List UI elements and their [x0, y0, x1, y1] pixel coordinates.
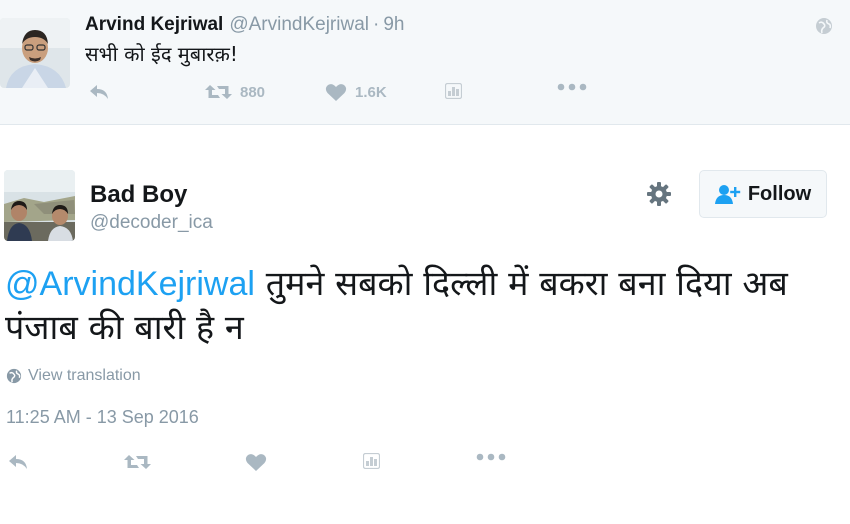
- tweet-header: Arvind Kejriwal @ArvindKejriwal · 9h: [85, 14, 404, 36]
- tweet-text: @ArvindKejriwal तुमने सबको दिल्ली में बक…: [5, 262, 835, 350]
- retweet-icon: [124, 455, 151, 469]
- author-handle[interactable]: @decoder_ica: [90, 212, 213, 234]
- tweet-actions: 880 1.6K: [0, 83, 850, 107]
- more-icon: [557, 83, 587, 91]
- parent-tweet[interactable]: Arvind Kejriwal @ArvindKejriwal · 9h सभी को…: [0, 0, 850, 125]
- retweet-button[interactable]: [124, 453, 151, 471]
- reply-icon: [9, 455, 27, 469]
- tweet-timestamp[interactable]: 11:25 AM - 13 Sep 2016: [6, 407, 199, 428]
- follow-button[interactable]: Follow: [699, 170, 827, 218]
- mention-link[interactable]: @ArvindKejriwal: [5, 265, 255, 303]
- author-name[interactable]: Arvind Kejriwal: [85, 14, 223, 35]
- analytics-button[interactable]: [445, 83, 462, 99]
- author-name[interactable]: Bad Boy: [90, 181, 187, 209]
- retweet-count: 880: [240, 83, 266, 101]
- follow-label: Follow: [747, 182, 812, 205]
- tweet-time[interactable]: 9h: [383, 14, 404, 35]
- author-handle[interactable]: @ArvindKejriwal: [229, 14, 369, 35]
- more-button[interactable]: [557, 83, 587, 91]
- tweet-text: सभी को ईद मुबारक़!: [85, 42, 238, 66]
- reply-icon: [90, 85, 108, 99]
- like-count: 1.6K: [355, 84, 387, 101]
- analytics-icon: [445, 83, 462, 99]
- retweet-icon: [205, 85, 232, 99]
- more-button[interactable]: [476, 453, 506, 461]
- like-button[interactable]: 1.6K: [325, 83, 387, 102]
- view-translation-label: View translation: [28, 367, 141, 384]
- separator: ·: [373, 14, 380, 35]
- analytics-button[interactable]: [363, 453, 380, 469]
- analytics-icon: [363, 453, 380, 469]
- heart-icon: [325, 84, 347, 101]
- avatar[interactable]: [0, 18, 70, 88]
- globe-icon[interactable]: [815, 17, 833, 35]
- more-icon: [476, 453, 506, 461]
- heart-icon: [245, 454, 267, 471]
- reply-button[interactable]: [7, 453, 29, 471]
- reply-button[interactable]: [88, 83, 110, 101]
- tweet-actions: [0, 453, 850, 477]
- like-button[interactable]: [245, 453, 267, 472]
- globe-icon: [6, 368, 22, 384]
- view-translation-link[interactable]: View translation: [6, 367, 141, 385]
- retweet-button[interactable]: 880: [205, 83, 265, 101]
- avatar[interactable]: [4, 170, 75, 241]
- gear-icon[interactable]: [646, 181, 672, 207]
- add-user-icon: [714, 185, 741, 204]
